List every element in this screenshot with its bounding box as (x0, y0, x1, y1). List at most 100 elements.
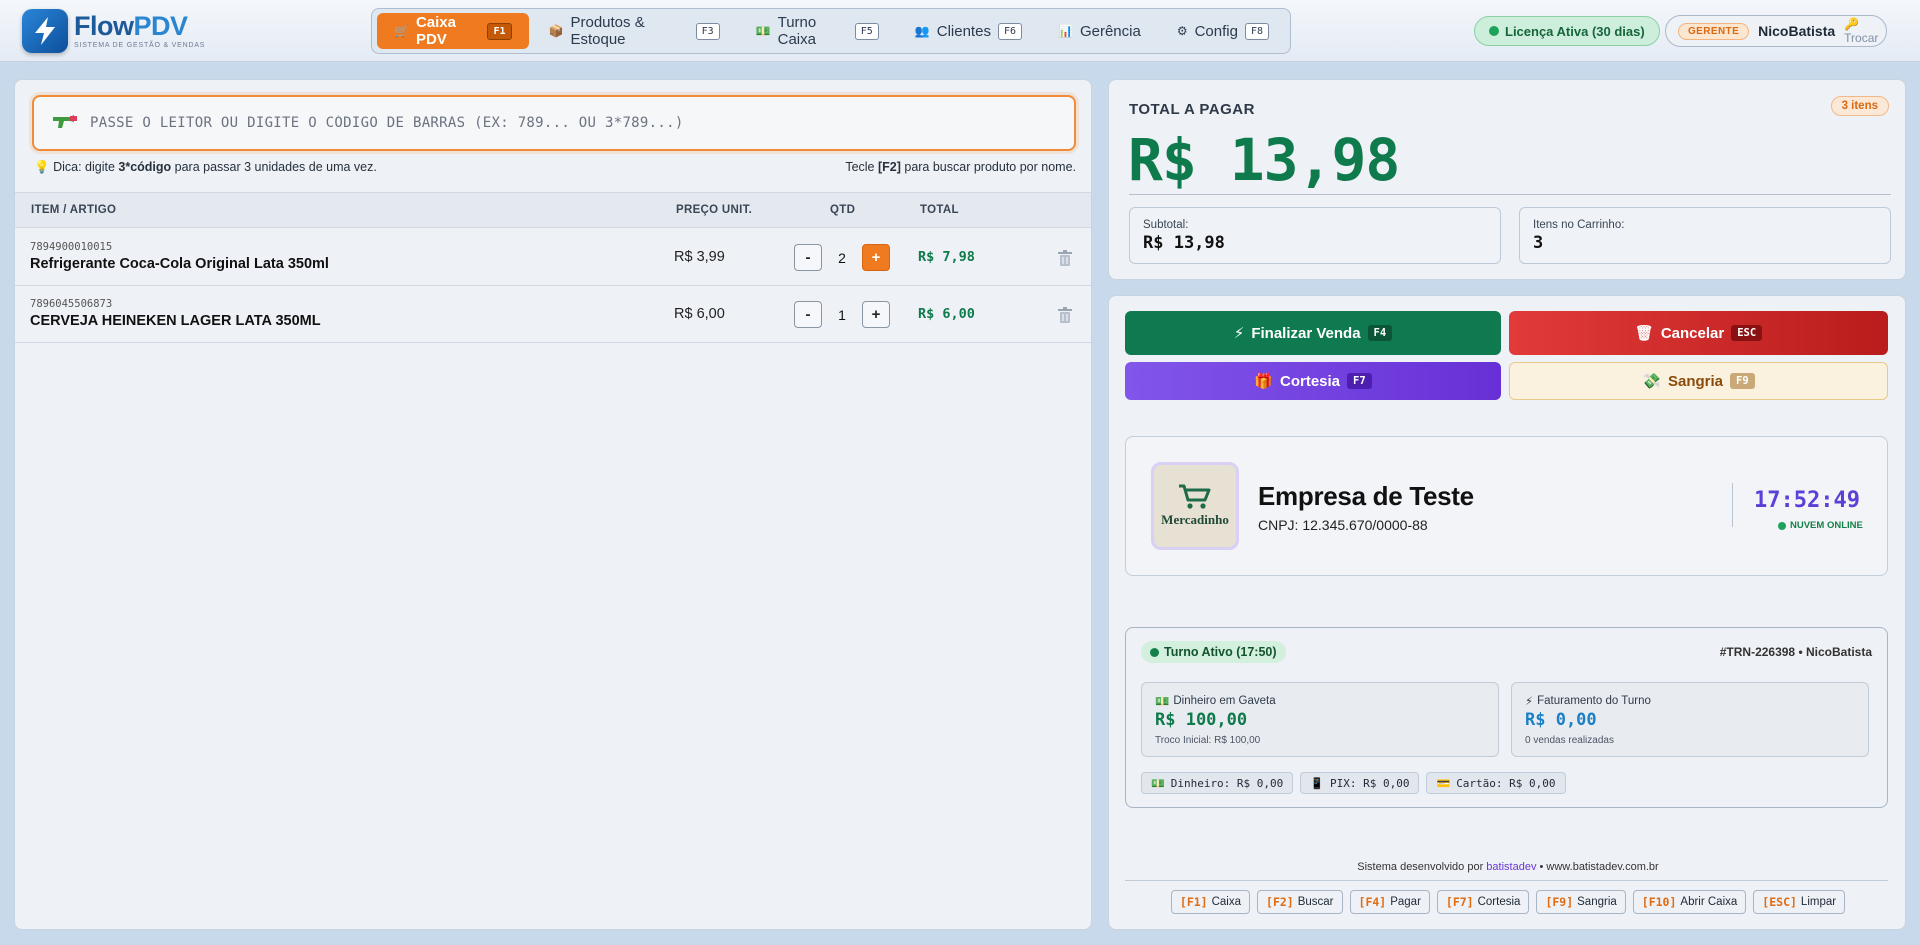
quantity-stepper: - 1 + (794, 301, 890, 328)
table-row: 7894900010015 Refrigerante Coca-Cola Ori… (15, 229, 1091, 286)
brand-tagline: SISTEMA DE GESTÃO & VENDAS (74, 42, 206, 49)
courtesy-button[interactable]: 🎁 Cortesia F7 (1125, 362, 1501, 400)
decrease-qty-button[interactable]: - (794, 301, 822, 328)
line-total: R$ 6,00 (918, 306, 975, 322)
license-badge: Licença Ativa (30 dias) (1474, 16, 1660, 46)
switch-user-label: Trocar (1844, 31, 1879, 45)
payment-label: Cartão: R$ 0,00 (1456, 776, 1556, 790)
increase-qty-button[interactable]: + (862, 244, 890, 271)
revenue-note: 0 vendas realizadas (1525, 735, 1614, 746)
decrease-qty-button[interactable]: - (794, 244, 822, 271)
total-value: R$ 13,98 (1128, 126, 1400, 194)
hint-suffix: para passar 3 unidades de uma vez. (171, 160, 377, 174)
shortcut-key: F3 (695, 22, 720, 40)
main-nav: 🛒 Caixa PDV F1 📦 Produtos & Estoque F3 💵… (371, 8, 1291, 54)
hint-multi-qty: 💡 Dica: digite 3*código para passar 3 un… (34, 160, 377, 178)
trash-icon[interactable] (1055, 248, 1075, 268)
unit-price: R$ 3,99 (674, 249, 725, 265)
shift-id: #TRN-226398 • NicoBatista (1719, 645, 1872, 659)
drawer-note: Troco Inicial: R$ 100,00 (1155, 735, 1261, 746)
shortcut-limpar[interactable]: [ESC] Limpar (1753, 890, 1846, 914)
shortcut-label: Cortesia (1477, 896, 1521, 908)
nav-label: Gerência (1079, 22, 1141, 40)
payment-cash-chip: 💵 Dinheiro: R$ 0,00 (1141, 772, 1294, 794)
nav-turno-caixa[interactable]: 💵 Turno Caixa F5 (740, 13, 895, 49)
barcode-input[interactable] (90, 115, 1074, 131)
hint-right-suffix: para buscar produto por nome. (900, 160, 1076, 174)
shortcut-pagar[interactable]: [F4] Pagar (1349, 890, 1430, 914)
nav-clientes[interactable]: 👥 Clientes F6 (899, 13, 1038, 49)
shift-dot-icon (1150, 647, 1159, 657)
shortcut-caixa[interactable]: [F1] Caixa (1170, 890, 1251, 914)
lightbulb-icon: 💡 (34, 160, 50, 174)
bolt-icon: ⚡ (1233, 325, 1245, 342)
shortcut-buscar[interactable]: [F2] Buscar (1257, 890, 1343, 914)
shortcut-key: F4 (1367, 325, 1393, 341)
payment-breakdown: 💵 Dinheiro: R$ 0,00 📱 PIX: R$ 0,00 💳 Cartão… (1141, 772, 1566, 794)
credit-brand-link[interactable]: batistadev (1486, 861, 1536, 873)
increase-qty-button[interactable]: + (862, 301, 890, 328)
col-qty: QTD (830, 204, 856, 216)
drawer-cash-box: 💵 Dinheiro em Gaveta R$ 100,00 Troco Inic… (1141, 682, 1499, 757)
shortcut-key: [F1] (1179, 895, 1208, 909)
shortcut-abrir-caixa[interactable]: [F10] Abrir Caixa (1632, 890, 1747, 914)
shortcut-key: F1 (487, 22, 512, 40)
bolt-icon: ⚡ (1525, 696, 1534, 708)
nav-gerencia[interactable]: 📊 Gerência (1042, 13, 1157, 49)
subtotal-box: Subtotal: R$ 13,98 (1129, 207, 1501, 264)
cash-icon: 💵 (1151, 776, 1165, 790)
revenue-label: ⚡ Faturamento do Turno (1525, 694, 1651, 708)
payment-card-chip: 💳 Cartão: R$ 0,00 (1426, 772, 1566, 794)
hint-bold: 3*código (118, 160, 172, 174)
revenue-label-text: Faturamento do Turno (1537, 695, 1651, 707)
nav-caixa-pdv[interactable]: 🛒 Caixa PDV F1 (377, 13, 529, 49)
nav-label: Turno Caixa (777, 14, 817, 48)
sangria-button[interactable]: 💸 Sangria F9 (1509, 362, 1888, 400)
trash-icon: 🗑 (1634, 325, 1654, 342)
product-name: CERVEJA HEINEKEN LAGER LATA 350ML (30, 313, 321, 329)
user-menu[interactable]: GERENTE NicoBatista 🔑 Trocar (1665, 15, 1887, 47)
shortcut-sangria[interactable]: [F9] Sangria (1536, 890, 1626, 914)
nav-label: Produtos & Estoque (570, 14, 645, 48)
shortcut-label: Limpar (1800, 896, 1837, 908)
shortcut-label: Caixa (1211, 896, 1242, 908)
company-cnpj: CNPJ: 12.345.670/0000-88 (1258, 517, 1428, 533)
courtesy-label: Cortesia (1280, 372, 1341, 390)
trash-icon[interactable] (1055, 305, 1075, 325)
cart-count-label: Itens no Carrinho: (1533, 219, 1625, 231)
pix-icon: 📱 (1310, 776, 1324, 790)
license-label: Licença Ativa (30 dias) (1505, 23, 1645, 39)
key-icon: 🔑 (1844, 17, 1860, 31)
chart-icon: 📊 (1058, 24, 1073, 38)
payment-pix-chip: 📱 PIX: R$ 0,00 (1300, 772, 1420, 794)
total-card: TOTAL A PAGAR 3 itens R$ 13,98 Subtotal:… (1108, 79, 1906, 280)
nav-produtos-estoque[interactable]: 📦 Produtos & Estoque F3 (533, 13, 736, 49)
finish-sale-button[interactable]: ⚡ Finalizar Venda F4 (1125, 311, 1501, 355)
revenue-value: R$ 0,00 (1525, 710, 1597, 730)
shift-panel: Turno Ativo (17:50) #TRN-226398 • NicoBa… (1125, 627, 1888, 808)
cancel-sale-button[interactable]: 🗑 Cancelar ESC (1509, 311, 1888, 355)
app-logo[interactable]: FlowPDV SISTEMA DE GESTÃO & VENDAS (22, 9, 205, 53)
shortcut-cortesia[interactable]: [F7] Cortesia (1436, 890, 1530, 914)
cart-panel: 💡 Dica: digite 3*código para passar 3 un… (14, 79, 1092, 930)
shortcut-key: [F4] (1358, 895, 1387, 909)
money-wings-icon: 💸 (1642, 373, 1661, 390)
switch-user-button[interactable]: 🔑 Trocar (1844, 17, 1878, 45)
credit-prefix: Sistema desenvolvido por (1357, 861, 1487, 873)
items-count-badge: 3 itens (1830, 96, 1889, 116)
brand-name-b: PDV (133, 11, 189, 41)
nav-config[interactable]: ⚙ Config F8 (1161, 13, 1285, 49)
cart-count-value: 3 (1533, 233, 1544, 253)
shortcut-key: [F10] (1641, 895, 1677, 909)
company-name: Empresa de Teste (1258, 481, 1474, 511)
barcode-scanner-box[interactable] (32, 95, 1076, 151)
unit-price: R$ 6,00 (674, 306, 725, 322)
users-icon: 👥 (914, 24, 930, 38)
cart-table-header: ITEM / ARTIGO PREÇO UNIT. QTD TOTAL (15, 192, 1091, 228)
gift-icon: 🎁 (1254, 373, 1273, 390)
quantity-stepper: - 2 + (794, 244, 890, 271)
cash-icon: 💵 (1155, 696, 1170, 708)
company-logo: Mercadinho (1151, 462, 1239, 550)
hint-right-prefix: Tecle (845, 160, 878, 174)
table-row: 7896045506873 CERVEJA HEINEKEN LAGER LAT… (15, 286, 1091, 343)
